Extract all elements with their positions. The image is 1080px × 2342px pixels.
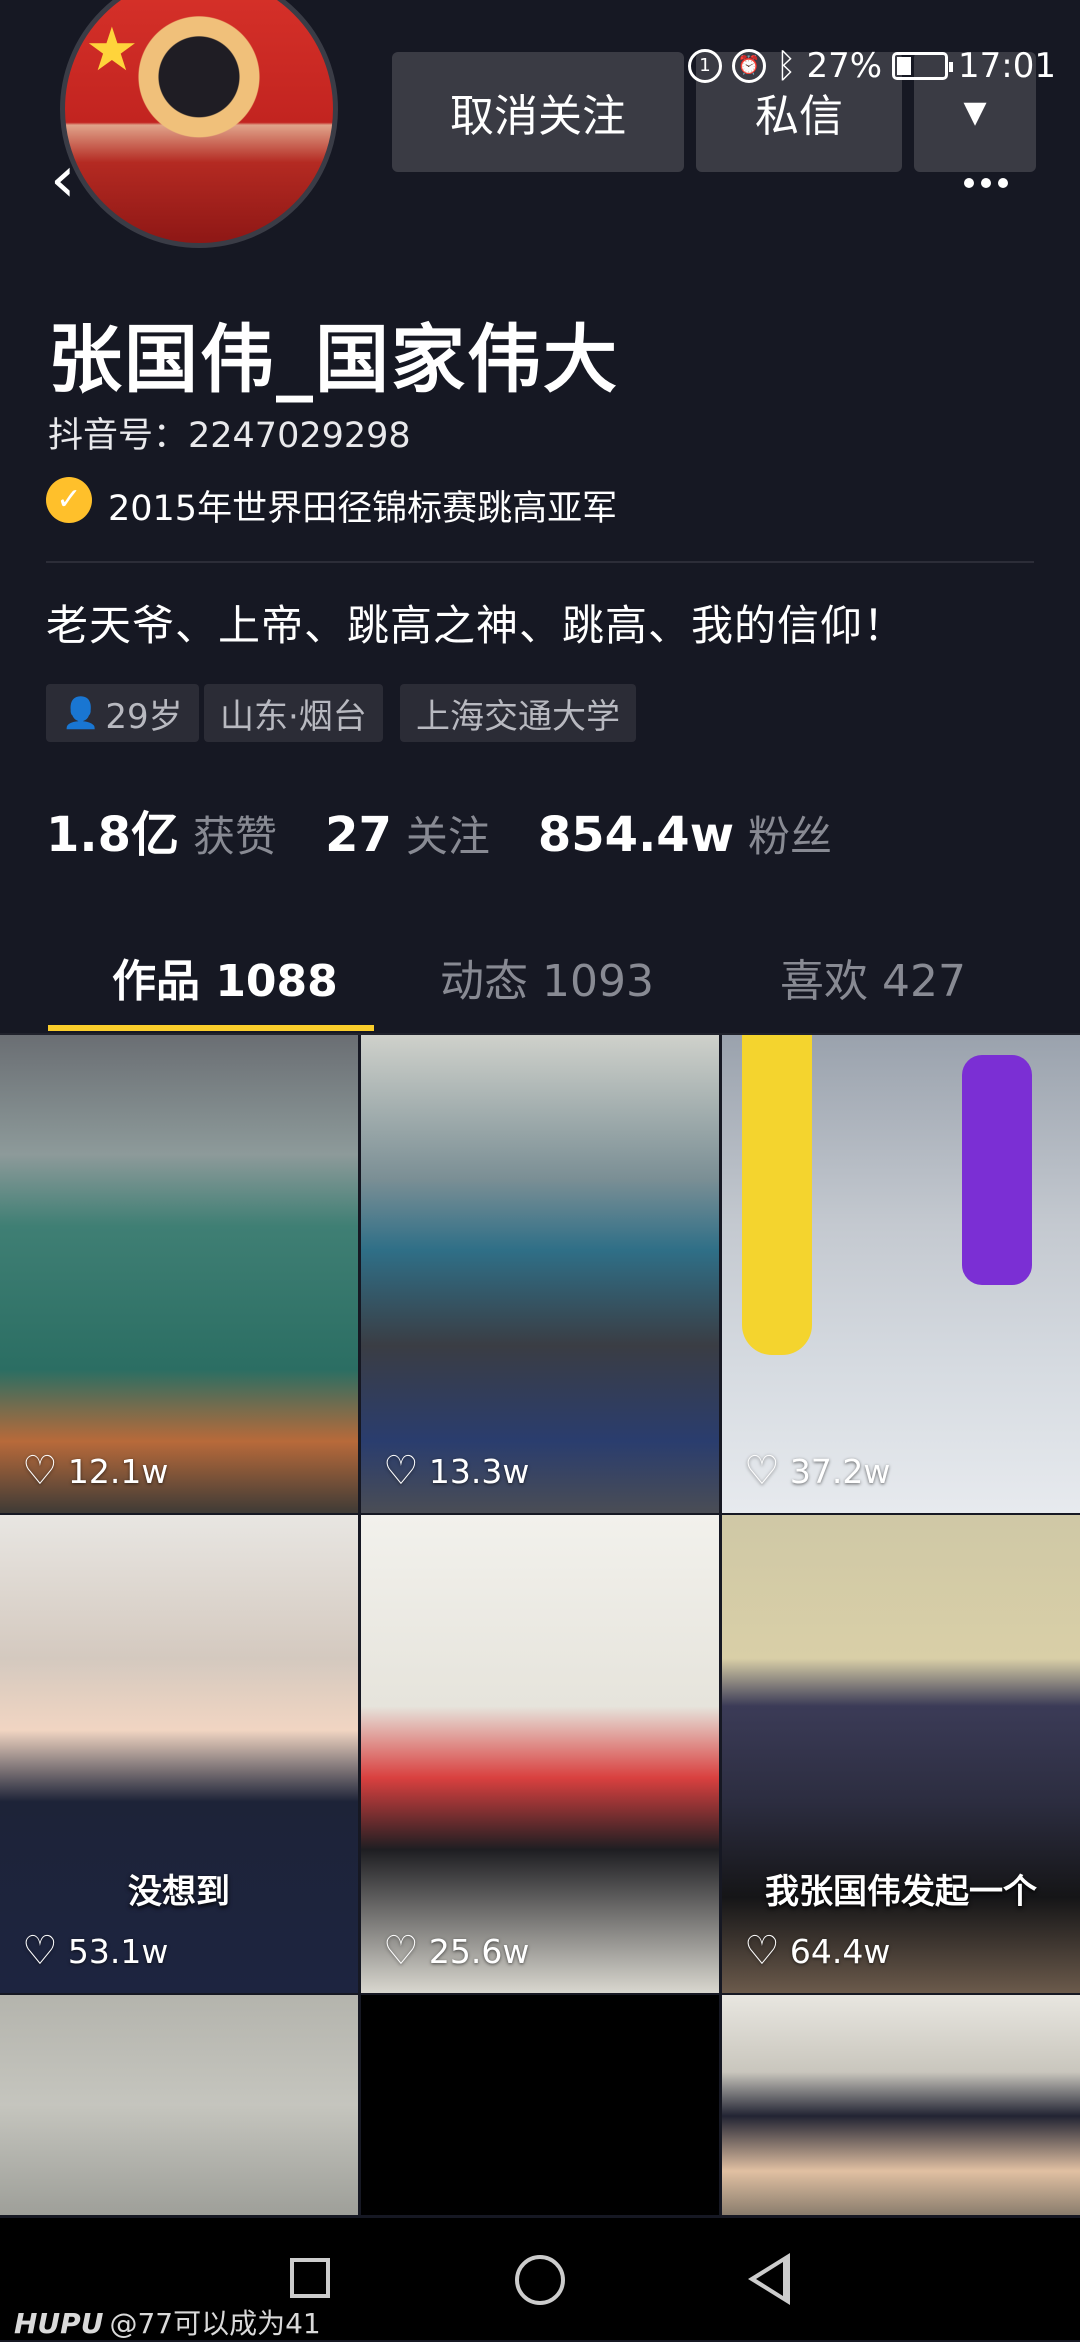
watermark-brand: HUPU <box>14 2307 104 2340</box>
battery-percent: 27% <box>806 46 883 86</box>
video-thumbnail[interactable] <box>722 1995 1080 2215</box>
nav-back-icon[interactable] <box>748 2253 790 2305</box>
heart-icon: ♡ <box>383 1928 419 1974</box>
like-count: ♡ 37.2w <box>744 1451 890 1491</box>
heart-icon: ♡ <box>744 1928 780 1974</box>
like-count: ♡ 13.3w <box>383 1451 529 1491</box>
followers-label[interactable]: 粉丝 <box>748 803 832 864</box>
status-bar: 1 ⏰ ᛒ 27% 17:01 <box>688 44 1056 88</box>
verification-text: 2015年世界田径锦标赛跳高亚军 <box>108 489 618 529</box>
like-count-value: 37.2w <box>789 1451 891 1491</box>
profile-stats: 1.8亿 获赞 27 关注 854.4w 粉丝 <box>46 795 880 865</box>
following-count[interactable]: 27 <box>325 807 392 863</box>
like-count-value: 64.4w <box>789 1931 891 1971</box>
like-count-value: 25.6w <box>428 1931 530 1971</box>
data-saver-icon: 1 <box>688 49 723 83</box>
divider <box>46 561 1034 563</box>
video-thumbnail[interactable]: ♡ 13.3w <box>361 1035 719 1513</box>
video-caption: 没想到 <box>128 1872 230 1912</box>
likes-label: 获赞 <box>193 812 278 861</box>
alarm-icon: ⏰ <box>732 49 767 83</box>
person-icon: 👤 <box>62 695 100 731</box>
following-label[interactable]: 关注 <box>406 803 490 864</box>
video-thumbnail[interactable]: 没想到 ♡ 53.1w <box>0 1515 358 1993</box>
profile-name: 张国伟_国家伟大 <box>48 317 619 403</box>
tag-location: 山东·烟台 <box>204 684 383 742</box>
unfollow-button[interactable]: 取消关注 <box>392 52 684 172</box>
tag-school: 上海交通大学 <box>400 684 636 742</box>
clock: 17:01 <box>958 46 1056 86</box>
like-count: ♡ 12.1w <box>22 1451 168 1491</box>
likes-count: 1.8亿 <box>46 807 180 863</box>
like-count: ♡ 25.6w <box>383 1931 529 1971</box>
more-options-icon[interactable] <box>956 168 1016 198</box>
heart-icon: ♡ <box>744 1448 780 1494</box>
like-count-value: 12.1w <box>67 1451 169 1491</box>
verified-check-icon: ✓ <box>46 477 92 523</box>
douyin-id: 抖音号：2247029298 <box>48 416 411 456</box>
like-count-value: 53.1w <box>67 1931 169 1971</box>
battery-icon <box>892 52 954 80</box>
bluetooth-icon: ᛒ <box>776 46 797 86</box>
like-count: ♡ 53.1w <box>22 1931 168 1971</box>
followers-count[interactable]: 854.4w <box>538 807 734 863</box>
video-thumbnail[interactable]: ♡ 12.1w <box>0 1035 358 1513</box>
tab-dynamic[interactable]: 动态 1093 <box>440 945 654 1009</box>
heart-icon: ♡ <box>22 1448 58 1494</box>
like-count-value: 13.3w <box>428 1451 530 1491</box>
tab-works[interactable]: 作品 1088 <box>112 945 338 1009</box>
home-icon[interactable] <box>515 2255 565 2305</box>
tab-indicator <box>48 1025 374 1031</box>
tab-likes[interactable]: 喜欢 427 <box>780 945 966 1009</box>
video-caption: 我张国伟发起一个 <box>765 1872 1037 1912</box>
heart-icon: ♡ <box>22 1928 58 1974</box>
video-thumbnail[interactable]: ♡ 25.6w <box>361 1515 719 1993</box>
watermark: HUPU @77可以成为41 <box>14 2302 321 2342</box>
chevron-down-icon: ▼ <box>963 94 987 130</box>
tag-age-label: 29岁 <box>105 696 183 737</box>
heart-icon: ♡ <box>383 1448 419 1494</box>
recent-apps-icon[interactable] <box>290 2258 330 2298</box>
video-thumbnail[interactable] <box>361 1995 719 2215</box>
video-thumbnail[interactable]: 我张国伟发起一个 ♡ 64.4w <box>722 1515 1080 1993</box>
like-count: ♡ 64.4w <box>744 1931 890 1971</box>
bio: 老天爷、上帝、跳高之神、跳高、我的信仰！ <box>46 601 907 650</box>
back-icon[interactable]: ‹ <box>50 148 110 212</box>
video-thumbnail[interactable]: ♡ 37.2w <box>722 1035 1080 1513</box>
watermark-handle: @77可以成为41 <box>109 2307 321 2340</box>
tag-age: 👤 29岁 <box>46 684 199 742</box>
video-thumbnail[interactable] <box>0 1995 358 2215</box>
avatar[interactable] <box>60 0 338 248</box>
